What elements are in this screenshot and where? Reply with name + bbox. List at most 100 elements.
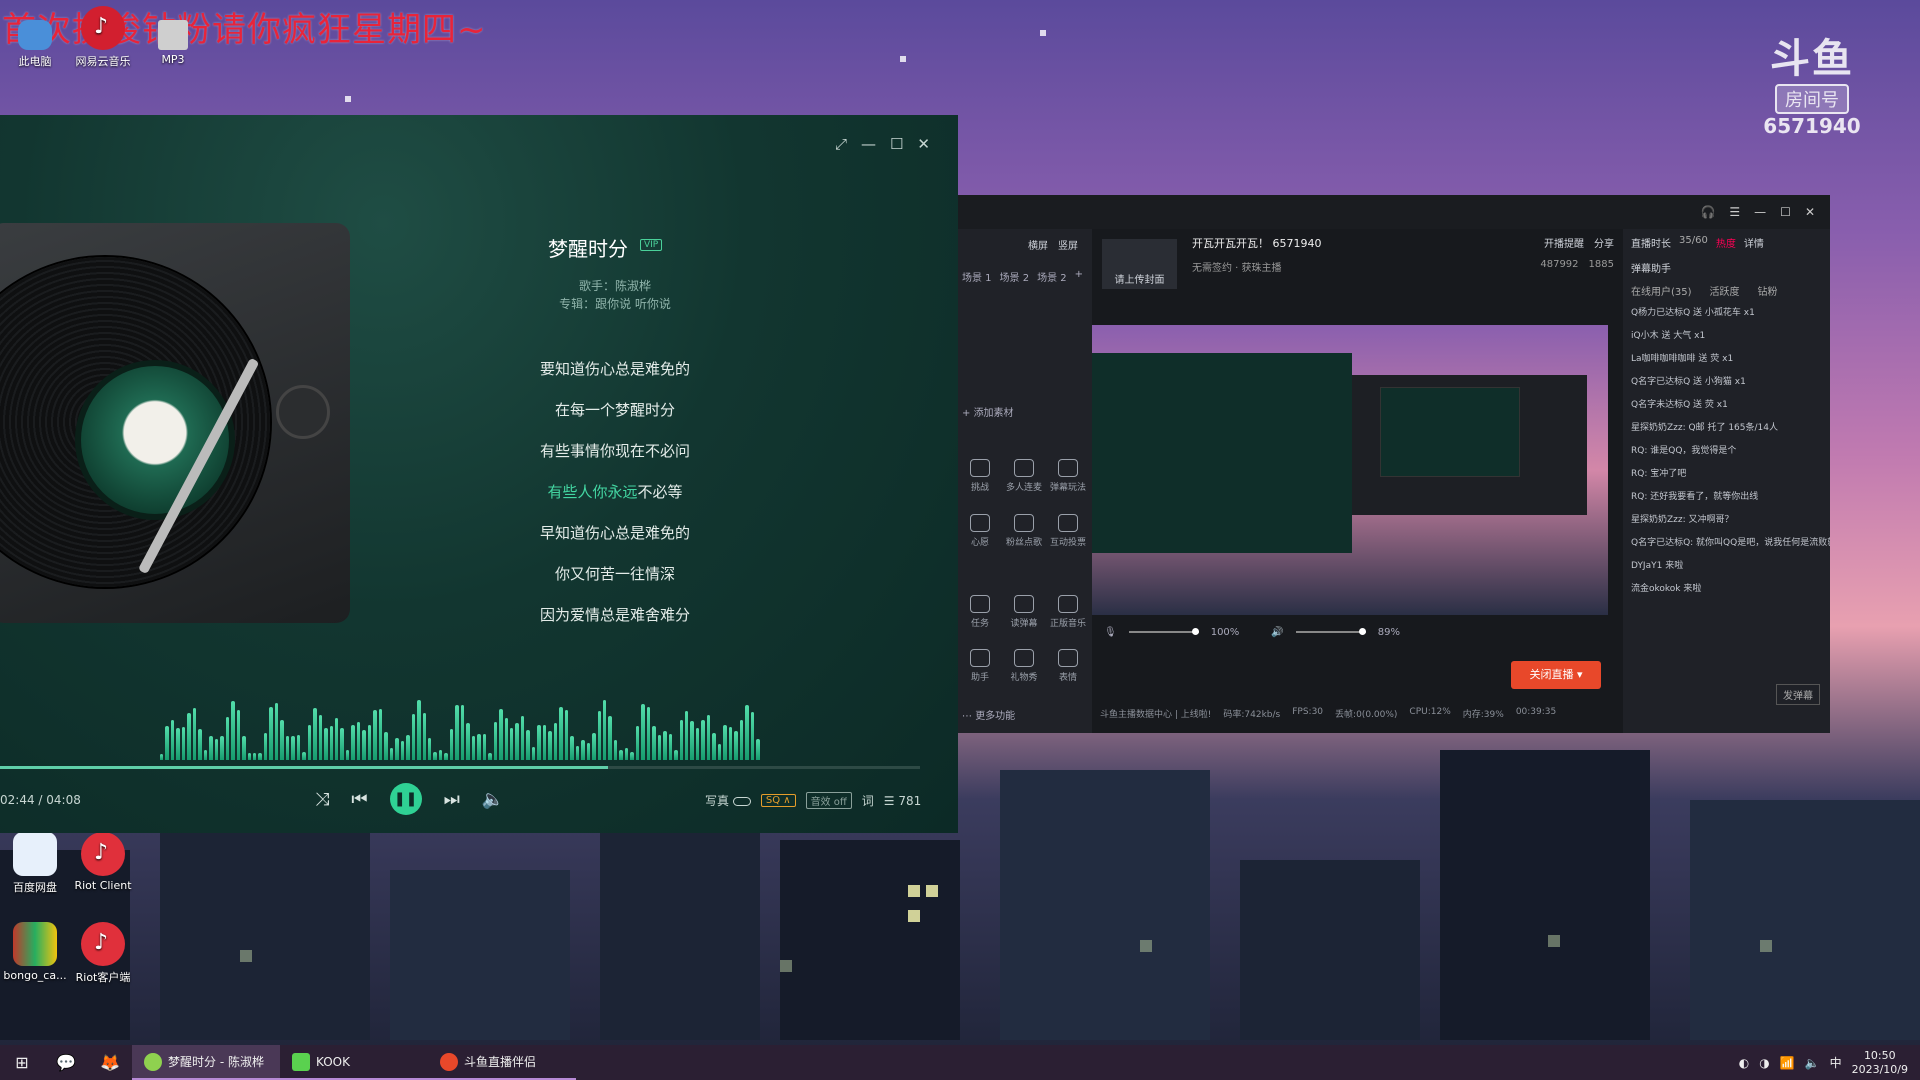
room-tag: 房间号 bbox=[1775, 84, 1849, 114]
tab-portrait[interactable]: 竖屏 bbox=[1058, 237, 1078, 252]
tab-online-users[interactable]: 在线用户(35) bbox=[1631, 283, 1692, 298]
tool-song-request[interactable]: 粉丝点歌 bbox=[1002, 514, 1046, 548]
stream-preview[interactable] bbox=[1092, 325, 1608, 615]
stream-titlebar: 🎧 ☰ — ☐ ✕ bbox=[958, 195, 1830, 229]
speaker-volume-slider[interactable] bbox=[1295, 628, 1366, 635]
add-material-button[interactable]: + 添加素材 bbox=[962, 404, 1014, 419]
headset-icon[interactable]: 🎧 bbox=[1700, 205, 1715, 219]
tray-icon[interactable]: ◐ bbox=[1739, 1056, 1749, 1070]
tool-read-danmaku[interactable]: 读弹幕 bbox=[1002, 595, 1046, 629]
tray-icon[interactable]: ◑ bbox=[1759, 1056, 1769, 1070]
detail-link[interactable]: 详情 bbox=[1744, 235, 1764, 250]
tool-assistant[interactable]: 助手 bbox=[958, 649, 1002, 683]
tool-wish[interactable]: 心愿 bbox=[958, 514, 1002, 548]
tool-multi-mic[interactable]: 多人连麦 bbox=[1002, 459, 1046, 493]
tool-vote[interactable]: 互动投票 bbox=[1046, 514, 1090, 548]
taskbar-app-kook[interactable]: KOOK bbox=[280, 1045, 428, 1080]
desktop-icon-mp3[interactable]: MP3 bbox=[138, 20, 208, 66]
visualizer-bar bbox=[723, 725, 727, 760]
shuffle-icon[interactable]: ⤨ bbox=[315, 789, 329, 810]
fullscreen-icon[interactable]: ⤢ bbox=[835, 135, 847, 153]
desktop-icon-netease-music[interactable]: 网易云音乐 bbox=[68, 6, 138, 69]
taskbar-app-douyu[interactable]: 斗鱼直播伴侣 bbox=[428, 1045, 576, 1080]
visualizer-bar bbox=[674, 749, 678, 760]
wechat-icon[interactable]: 💬 bbox=[44, 1045, 88, 1080]
desktop-icon-riot-client-cn[interactable]: Riot客户端 bbox=[68, 922, 138, 985]
douyu-watermark: 斗鱼 房间号 6571940 bbox=[1732, 26, 1892, 138]
close-live-button[interactable]: 关闭直播 ▾ bbox=[1511, 661, 1601, 689]
visualizer-bar bbox=[335, 717, 339, 760]
share-button[interactable]: 分享 bbox=[1594, 235, 1614, 250]
scene-tab[interactable]: 场景 2 bbox=[1037, 269, 1067, 284]
lyrics-icon[interactable]: 词 bbox=[862, 792, 874, 809]
album-label[interactable]: 专辑：跟你说 听你说 bbox=[0, 295, 958, 312]
close-icon[interactable]: ✕ bbox=[1805, 205, 1815, 219]
volume-icon[interactable]: 🔈 bbox=[482, 789, 504, 810]
gift-line: Q名字未达标Q 送 荧 x1 bbox=[1631, 400, 1728, 410]
maximize-icon[interactable]: ☐ bbox=[890, 135, 903, 153]
pause-button[interactable]: ❚❚ bbox=[389, 783, 422, 815]
next-icon[interactable]: ⏭ bbox=[444, 789, 460, 810]
send-danmaku-button[interactable]: 发弹幕 bbox=[1776, 684, 1820, 705]
visualizer-bar bbox=[466, 723, 470, 760]
tab-landscape[interactable]: 横屏 bbox=[1028, 237, 1048, 252]
scene-tab[interactable]: 场景 1 bbox=[962, 269, 992, 284]
progress-bar[interactable] bbox=[0, 766, 920, 769]
visualizer-bar bbox=[630, 751, 634, 760]
slider-knob[interactable] bbox=[1191, 628, 1199, 635]
tool-challenge[interactable]: 挑战 bbox=[958, 459, 1002, 493]
vote-icon bbox=[1058, 514, 1078, 532]
minimize-icon[interactable]: — bbox=[861, 135, 876, 153]
microphone-icon[interactable]: 🎙 bbox=[1104, 627, 1117, 638]
tool-emoji[interactable]: 表情 bbox=[1046, 649, 1090, 683]
network-icon[interactable]: 📶 bbox=[1780, 1056, 1795, 1070]
tool-gift-show[interactable]: 礼物秀 bbox=[1002, 649, 1046, 683]
quality-button[interactable]: SQ ∧ bbox=[760, 794, 796, 807]
more-features-button[interactable]: ⋯ 更多功能 bbox=[962, 707, 1015, 722]
ime-indicator[interactable]: 中 bbox=[1830, 1054, 1842, 1071]
tool-danmaku-play[interactable]: 弹幕玩法 bbox=[1046, 459, 1090, 493]
tab-activity[interactable]: 活跃度 bbox=[1710, 283, 1740, 298]
previous-icon[interactable]: ⏮ bbox=[351, 789, 367, 810]
visualizer-bar bbox=[564, 709, 569, 760]
add-scene-icon[interactable]: + bbox=[1075, 269, 1083, 284]
slider-knob[interactable] bbox=[1358, 628, 1366, 635]
desktop-icon-bongo-cat[interactable]: bongo_ca... bbox=[0, 922, 70, 982]
live-time-label: 直播时长 bbox=[1631, 239, 1671, 250]
room-title[interactable]: 开瓦开瓦开瓦！ 6571940 bbox=[1192, 235, 1322, 251]
visualizer-bar bbox=[307, 725, 312, 760]
window-controls: ⤢ — ☐ ✕ bbox=[835, 135, 930, 153]
status-notice[interactable]: 斗鱼主播数据中心 | 上线啦! bbox=[1100, 707, 1211, 720]
lyric-line: 因为爱情总是难舍难分 bbox=[539, 606, 690, 624]
firefox-icon[interactable]: 🦊 bbox=[88, 1045, 132, 1080]
playlist-button[interactable]: ☰ 781 bbox=[884, 794, 921, 808]
music-app-icon bbox=[144, 1052, 162, 1071]
tab-diamond-fans[interactable]: 钻粉 bbox=[1758, 283, 1778, 298]
taskbar-app-music[interactable]: 梦醒时分 - 陈淑桦 bbox=[132, 1045, 280, 1080]
desktop-icon-this-pc[interactable]: 此电脑 bbox=[0, 20, 70, 69]
visualizer-bar bbox=[225, 716, 230, 760]
tool-task[interactable]: 任务 bbox=[958, 595, 1002, 629]
riot-client-icon bbox=[81, 922, 125, 966]
desktop-icon-baidu-netdisk[interactable]: 百度网盘 bbox=[0, 832, 70, 895]
minimize-icon[interactable]: — bbox=[1754, 205, 1766, 219]
hot-label[interactable]: 热度 bbox=[1716, 235, 1736, 250]
windows-start-icon[interactable]: ⊞ bbox=[0, 1045, 44, 1080]
portrait-toggle[interactable]: 写真 bbox=[705, 792, 751, 809]
maximize-icon[interactable]: ☐ bbox=[1780, 205, 1791, 219]
close-icon[interactable]: ✕ bbox=[917, 135, 930, 153]
desktop-icon-riot-client[interactable]: Riot Client bbox=[68, 832, 138, 892]
visualizer-bar bbox=[559, 707, 563, 760]
clock[interactable]: 10:50 2023/10/9 bbox=[1852, 1049, 1908, 1077]
start-notify-button[interactable]: 开播提醒 bbox=[1544, 235, 1584, 250]
scene-tab[interactable]: 场景 2 bbox=[1000, 269, 1030, 284]
sound-effect-button[interactable]: 音效 off bbox=[805, 792, 852, 809]
mic-volume-slider[interactable] bbox=[1128, 628, 1199, 635]
sky-star bbox=[345, 96, 351, 102]
speaker-icon[interactable]: 🔊 bbox=[1271, 627, 1283, 638]
speaker-icon[interactable]: 🔈 bbox=[1805, 1056, 1820, 1070]
menu-icon[interactable]: ☰ bbox=[1729, 205, 1740, 219]
tool-licensed-music[interactable]: 正版音乐 bbox=[1046, 595, 1090, 629]
upload-cover-button[interactable]: 请上传封面 bbox=[1102, 239, 1177, 289]
singer-label[interactable]: 歌手：陈淑桦 bbox=[0, 277, 958, 294]
